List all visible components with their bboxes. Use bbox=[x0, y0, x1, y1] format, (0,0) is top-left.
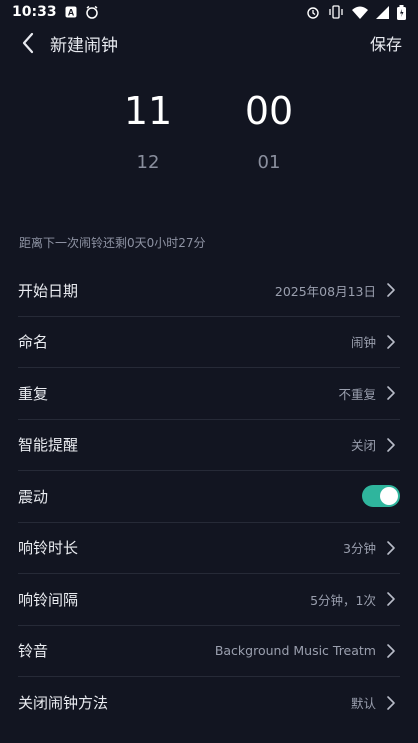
setting-label: 铃音 bbox=[18, 642, 49, 661]
back-button[interactable] bbox=[16, 31, 40, 55]
chevron-right-icon bbox=[382, 281, 400, 299]
setting-value: 不重复 bbox=[338, 386, 376, 402]
setting-label: 关闭闹钟方法 bbox=[18, 694, 109, 713]
alarm-icon bbox=[306, 5, 320, 19]
chevron-right-icon bbox=[382, 642, 400, 660]
next-hour[interactable]: 12 bbox=[88, 148, 208, 178]
selected-hour[interactable]: 11 bbox=[88, 80, 208, 142]
setting-value: 5分钟，1次 bbox=[310, 592, 376, 608]
selected-minute[interactable]: 00 bbox=[209, 80, 329, 142]
setting-dismiss-method[interactable]: 关闭闹钟方法 默认 bbox=[18, 677, 400, 729]
hour-picker[interactable]: 11 12 bbox=[88, 80, 208, 178]
setting-start-date[interactable]: 开始日期 2025年08月13日 bbox=[18, 265, 400, 317]
setting-label: 震动 bbox=[18, 487, 49, 506]
alarm-clock-icon bbox=[85, 5, 99, 19]
setting-label: 智能提醒 bbox=[18, 436, 79, 455]
chevron-right-icon bbox=[382, 436, 400, 454]
setting-label: 响铃间隔 bbox=[18, 590, 79, 609]
setting-repeat[interactable]: 重复 不重复 bbox=[18, 368, 400, 420]
setting-name[interactable]: 命名 闹钟 bbox=[18, 317, 400, 368]
setting-smart-reminder[interactable]: 智能提醒 关闭 bbox=[18, 420, 400, 471]
vibrate-icon bbox=[328, 5, 344, 19]
setting-ringtone[interactable]: 铃音 Background Music Treatm bbox=[18, 626, 400, 677]
chevron-right-icon bbox=[382, 333, 400, 351]
setting-value: 关闭 bbox=[350, 438, 376, 454]
setting-value: 2025年08月13日 bbox=[274, 283, 376, 299]
setting-label: 命名 bbox=[18, 333, 49, 352]
next-minute[interactable]: 01 bbox=[209, 148, 329, 178]
countdown-text: 距离下一次闹铃还剩0天0小时27分 bbox=[19, 236, 206, 250]
setting-label: 重复 bbox=[18, 384, 49, 403]
status-bar: 10:33 A bbox=[0, 0, 418, 24]
signal-icon bbox=[376, 5, 389, 19]
page-title: 新建闹钟 bbox=[50, 35, 118, 56]
setting-vibrate: 震动 bbox=[18, 471, 400, 523]
wifi-icon bbox=[352, 6, 368, 19]
setting-value: 默认 bbox=[350, 696, 376, 712]
status-time: 10:33 bbox=[12, 4, 57, 20]
battery-icon bbox=[397, 4, 406, 20]
chevron-right-icon bbox=[382, 590, 400, 608]
setting-label: 响铃时长 bbox=[18, 539, 79, 558]
app-bar: 新建闹钟 保存 bbox=[0, 24, 418, 62]
setting-value: 3分钟 bbox=[343, 541, 376, 557]
toggle-knob bbox=[380, 487, 398, 506]
vibrate-toggle[interactable] bbox=[362, 485, 400, 508]
setting-value: 闹钟 bbox=[350, 335, 376, 351]
save-button[interactable]: 保存 bbox=[370, 31, 402, 55]
minute-picker[interactable]: 00 01 bbox=[209, 80, 329, 178]
setting-value: Background Music Treatm bbox=[214, 643, 376, 659]
setting-label: 开始日期 bbox=[18, 281, 79, 300]
time-picker[interactable]: 11 12 00 01 bbox=[0, 80, 418, 210]
chevron-right-icon bbox=[382, 694, 400, 712]
settings-list: 开始日期 2025年08月13日 命名 闹钟 重复 不重复 智能提醒 关闭 震动… bbox=[0, 265, 418, 729]
svg-text:A: A bbox=[67, 8, 74, 18]
setting-ring-duration[interactable]: 响铃时长 3分钟 bbox=[18, 523, 400, 574]
chevron-right-icon bbox=[382, 539, 400, 557]
font-a-icon: A bbox=[65, 6, 77, 18]
chevron-right-icon bbox=[382, 384, 400, 402]
setting-ring-interval[interactable]: 响铃间隔 5分钟，1次 bbox=[18, 574, 400, 626]
back-arrow-icon bbox=[22, 32, 34, 54]
